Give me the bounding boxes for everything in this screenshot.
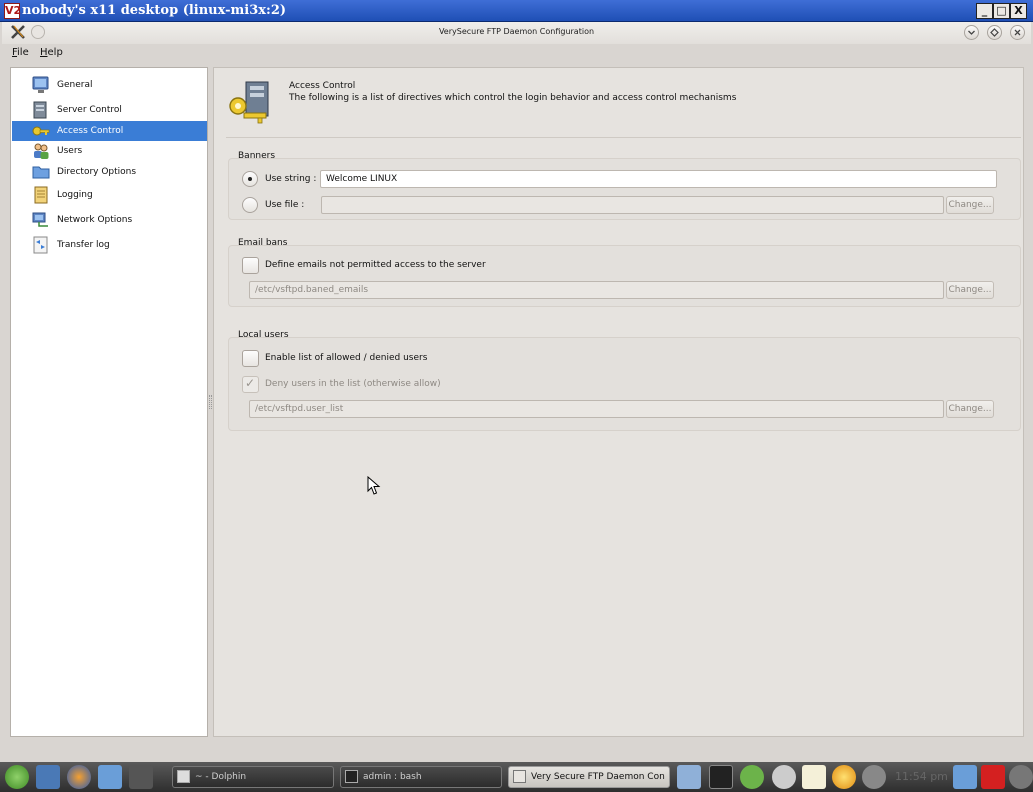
task-label: Very Secure FTP Daemon Con	[531, 772, 665, 782]
checkmark-icon: ✓	[245, 376, 256, 390]
sidebar-item-general[interactable]: General	[12, 75, 207, 95]
vnc-window-title: nobody's x11 desktop (linux-mi3x:2)	[22, 3, 287, 18]
sidebar-item-users[interactable]: Users	[12, 141, 207, 161]
sidebar-item-label: Users	[57, 146, 83, 156]
sidebar-item-label: Server Control	[57, 105, 122, 115]
app-titlebar[interactable]: VerySecure FTP Daemon Configuration	[2, 22, 1031, 44]
file-manager-icon[interactable]	[98, 765, 122, 789]
panel-splitter[interactable]	[209, 395, 212, 409]
sidebar-item-access-control[interactable]: Access Control	[12, 121, 207, 141]
updater-icon[interactable]	[832, 765, 856, 789]
app-window-title: VerySecure FTP Daemon Configuration	[438, 27, 595, 36]
users-icon	[34, 143, 49, 159]
sidebar: General Server Control Access Control Us…	[10, 67, 208, 737]
define-email-bans-label: Define emails not permitted access to th…	[265, 260, 486, 270]
terminal-icon[interactable]	[709, 765, 733, 789]
vnc-titlebar[interactable]: V2 nobody's x11 desktop (linux-mi3x:2) _…	[0, 0, 1033, 22]
sidebar-item-label: Access Control	[57, 126, 124, 136]
task-label: ~ - Dolphin	[195, 772, 247, 782]
clock[interactable]: 11:54 pm	[895, 770, 948, 783]
enable-user-list-checkbox[interactable]	[242, 350, 259, 367]
vnc-maximize-button[interactable]: □	[993, 3, 1010, 19]
network-manager-icon[interactable]	[740, 765, 764, 789]
close-icon	[1014, 29, 1021, 36]
use-file-label: Use file :	[265, 200, 305, 210]
task-dolphin[interactable]: ~ - Dolphin	[172, 766, 334, 788]
use-file-radio[interactable]	[242, 197, 258, 213]
email-bans-change-button[interactable]: Change...	[946, 281, 994, 299]
menubar: File Help	[2, 44, 1031, 62]
page-title: Access Control	[289, 81, 356, 91]
access-control-key-icon	[229, 81, 269, 124]
vnc-minimize-button[interactable]: _	[976, 3, 993, 19]
sidebar-item-label: General	[57, 80, 93, 90]
volume-icon[interactable]	[772, 765, 796, 789]
sidebar-item-label: Network Options	[57, 215, 133, 225]
email-bans-file-input[interactable]: /etc/vsftpd.baned_emails	[249, 281, 944, 299]
page-description: The following is a list of directives wh…	[289, 93, 737, 103]
header-divider	[226, 137, 1021, 138]
sidebar-item-label: Transfer log	[57, 240, 110, 250]
menu-help[interactable]: Help	[40, 47, 63, 58]
sidebar-item-server-control[interactable]: Server Control	[12, 100, 207, 120]
user-list-change-button[interactable]: Change...	[946, 400, 994, 418]
monitor-icon	[32, 76, 49, 93]
moon-icon[interactable]	[1009, 765, 1033, 789]
firefox-icon[interactable]	[67, 765, 91, 789]
use-string-label: Use string :	[265, 174, 317, 184]
transfer-log-icon	[33, 236, 48, 254]
terminal-icon	[345, 770, 358, 783]
pager-icon[interactable]	[129, 765, 153, 789]
dolphin-icon	[177, 770, 190, 783]
sidebar-item-logging[interactable]: Logging	[12, 185, 207, 205]
info-icon[interactable]	[862, 765, 886, 789]
network-icon	[32, 212, 48, 227]
enable-user-list-label: Enable list of allowed / denied users	[265, 353, 428, 363]
menu-file[interactable]: File	[12, 47, 29, 58]
vnc-close-button[interactable]: X	[1010, 3, 1027, 19]
sidebar-item-label: Directory Options	[57, 167, 137, 177]
deny-users-checkbox[interactable]: ✓	[242, 376, 259, 393]
chevron-down-icon	[968, 30, 975, 35]
use-string-input[interactable]: Welcome LINUX	[320, 170, 997, 188]
sidebar-item-directory-options[interactable]: Directory Options	[12, 162, 207, 182]
clipboard-icon[interactable]	[802, 765, 826, 789]
taskbar: ~ - Dolphin admin : bash Very Secure FTP…	[0, 762, 1033, 792]
notebook-icon	[34, 186, 48, 204]
vnc-logo-icon: V2	[4, 3, 22, 19]
deny-users-label: Deny users in the list (otherwise allow)	[265, 379, 441, 389]
use-string-radio[interactable]	[242, 171, 258, 187]
maximize-button[interactable]	[987, 25, 1002, 40]
diamond-icon	[990, 28, 999, 37]
start-menu-icon[interactable]	[5, 765, 29, 789]
sidebar-item-label: Logging	[57, 190, 93, 200]
task-vsftpd-config[interactable]: Very Secure FTP Daemon Con	[508, 766, 670, 788]
lock-screen-icon[interactable]	[953, 765, 977, 789]
vsftpd-x-icon	[513, 770, 526, 783]
define-email-bans-checkbox[interactable]	[242, 257, 259, 274]
task-bash[interactable]: admin : bash	[340, 766, 502, 788]
folder-icon	[32, 166, 50, 179]
task-label: admin : bash	[363, 772, 422, 782]
user-list-file-input[interactable]: /etc/vsftpd.user_list	[249, 400, 944, 418]
mouse-pointer-icon	[367, 476, 381, 495]
access-control-panel: Access Control The following is a list o…	[213, 67, 1024, 737]
key-icon	[32, 126, 50, 136]
banner-file-change-button[interactable]: Change...	[946, 196, 994, 214]
files-icon[interactable]	[677, 765, 701, 789]
use-file-input[interactable]	[321, 196, 944, 214]
desktop-icon[interactable]	[36, 765, 60, 789]
close-button[interactable]	[1010, 25, 1025, 40]
sidebar-item-network-options[interactable]: Network Options	[12, 210, 207, 230]
sidebar-item-transfer-log[interactable]: Transfer log	[12, 235, 207, 255]
server-icon	[33, 101, 47, 119]
power-icon[interactable]	[981, 765, 1005, 789]
minimize-button[interactable]	[964, 25, 979, 40]
